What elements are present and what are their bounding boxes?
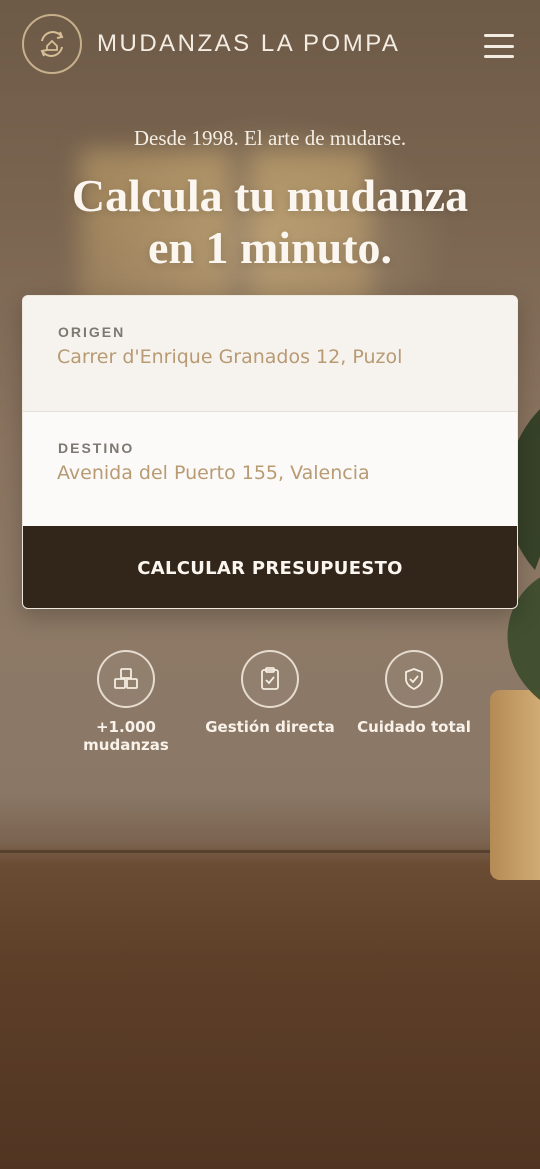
moving-quote-form: ORIGEN DESTINO CALCULAR PRESUPUESTO — [22, 295, 518, 609]
hamburger-menu-icon[interactable] — [484, 34, 514, 58]
feature-icon-circle — [385, 650, 443, 708]
feature-label: Cuidado total — [357, 718, 471, 736]
origin-label: ORIGEN — [58, 324, 126, 340]
destination-input[interactable] — [57, 462, 487, 484]
hero-tagline: Desde 1998. El arte de mudarse. — [133, 126, 407, 150]
feature-moves: +1.000 mudanzas — [51, 650, 201, 754]
destination-field[interactable]: DESTINO — [23, 411, 517, 527]
feature-icon-circle — [241, 650, 299, 708]
boxes-icon — [114, 668, 138, 689]
headline-line-1: Calcula tu mudanza — [71, 170, 469, 221]
menu-bar — [484, 44, 514, 48]
feature-list: +1.000 mudanzas Gestión directa Cuidado … — [0, 650, 540, 760]
feature-management: Gestión directa — [195, 650, 345, 736]
shield-check-icon — [405, 668, 423, 691]
house-cycle-icon — [40, 31, 64, 57]
menu-bar — [484, 34, 514, 37]
site-header: MUDANZAS LA POMPA — [0, 0, 540, 92]
feature-icon-circle — [97, 650, 155, 708]
floor-edge — [0, 850, 540, 853]
destination-label: DESTINO — [58, 440, 135, 456]
feature-care: Cuidado total — [339, 650, 489, 736]
origin-field[interactable]: ORIGEN — [23, 296, 517, 411]
clipboard-check-icon — [261, 667, 279, 690]
brand-name[interactable]: MUDANZAS LA POMPA — [97, 30, 400, 58]
feature-label: Gestión directa — [205, 718, 335, 736]
hero-headline: Calcula tu mudanza en 1 minuto. — [0, 170, 540, 274]
brand-logo[interactable] — [22, 14, 82, 74]
feature-label: +1.000 mudanzas — [83, 718, 169, 754]
headline-line-2: en 1 minuto. — [147, 222, 393, 273]
calculate-quote-button[interactable]: CALCULAR PRESUPUESTO — [23, 526, 517, 608]
origin-input[interactable] — [57, 346, 487, 368]
menu-bar — [484, 55, 514, 58]
